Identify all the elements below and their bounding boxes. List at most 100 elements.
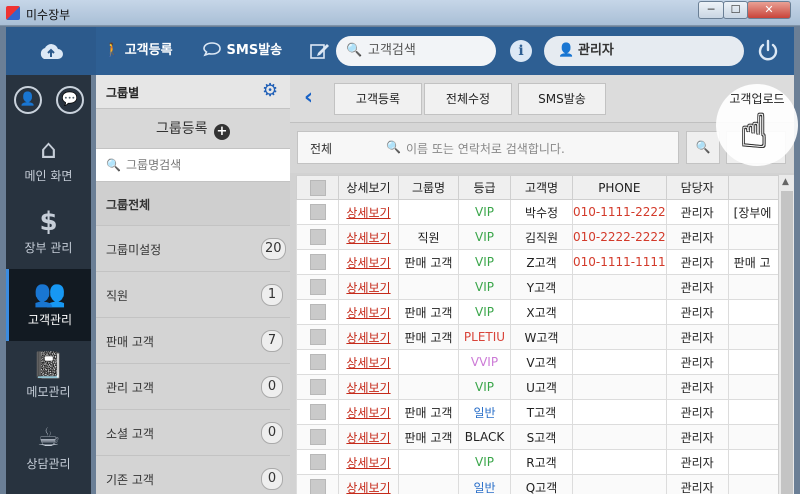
row-checkbox[interactable] <box>309 304 326 320</box>
detail-cell[interactable]: 상세보기 <box>338 299 399 325</box>
table-row[interactable]: 상세보기 판매 고객 BLACK S고객 관리자 <box>296 424 781 450</box>
row-select-cell[interactable] <box>296 324 339 350</box>
table-row[interactable]: 상세보기 VIP 박수정 010-1111-2222 관리자 [장부에 <box>296 199 781 225</box>
table-row[interactable]: 상세보기 판매 고객 VIP X고객 관리자 <box>296 299 781 325</box>
user-profile[interactable]: 👤 관리자 <box>544 36 744 66</box>
column-header[interactable]: 상세보기 <box>338 175 399 200</box>
detail-link[interactable]: 상세보기 <box>346 431 390 445</box>
row-checkbox[interactable] <box>309 454 326 470</box>
group-item[interactable]: 그룹미설정 20 <box>96 226 290 272</box>
power-icon[interactable] <box>756 39 780 63</box>
detail-cell[interactable]: 상세보기 <box>338 249 399 275</box>
row-select-cell[interactable] <box>296 199 339 225</box>
nav-ledger[interactable]: $ 장부 관리 <box>6 197 91 269</box>
table-row[interactable]: 상세보기 직원 VIP 김직원 010-2222-2222 관리자 <box>296 224 781 250</box>
group-item[interactable]: 판매 고객 7 <box>96 318 290 364</box>
row-select-cell[interactable] <box>296 474 339 494</box>
group-item-all[interactable]: 그룹전체 <box>96 182 290 226</box>
detail-cell[interactable]: 상세보기 <box>338 224 399 250</box>
group-item[interactable]: 직원 1 <box>96 272 290 318</box>
info-icon[interactable]: i <box>510 40 532 62</box>
scroll-up-icon[interactable]: ▲ <box>782 177 789 187</box>
column-header[interactable]: PHONE <box>572 175 667 200</box>
row-checkbox[interactable] <box>309 204 326 220</box>
message-icon[interactable]: 💬 <box>56 86 84 114</box>
row-checkbox[interactable] <box>309 229 326 245</box>
nav-consult[interactable]: ☕ 상담관리 <box>6 413 91 485</box>
table-row[interactable]: 상세보기 판매 고객 PLETIU W고객 관리자 <box>296 324 781 350</box>
group-item[interactable]: 기존 고객 0 <box>96 456 290 494</box>
nav-main[interactable]: ⌂ 메인 화면 <box>6 125 91 197</box>
edit-all-button[interactable]: 전체수정 <box>424 83 512 115</box>
row-select-cell[interactable] <box>296 399 339 425</box>
row-select-cell[interactable] <box>296 224 339 250</box>
scrollbar-thumb[interactable] <box>781 191 793 494</box>
gear-icon[interactable]: ⚙ <box>262 80 278 101</box>
row-select-cell[interactable] <box>296 299 339 325</box>
row-select-cell[interactable] <box>296 249 339 275</box>
search-button[interactable]: 🔍 <box>686 131 720 164</box>
select-all-checkbox[interactable] <box>309 179 326 196</box>
row-select-cell[interactable] <box>296 374 339 400</box>
table-row[interactable]: 상세보기 VIP R고객 관리자 <box>296 449 781 475</box>
row-checkbox[interactable] <box>309 329 326 345</box>
row-checkbox[interactable] <box>309 379 326 395</box>
detail-link[interactable]: 상세보기 <box>346 456 390 470</box>
column-header[interactable]: 등급 <box>458 175 511 200</box>
detail-link[interactable]: 상세보기 <box>346 256 390 270</box>
row-select-cell[interactable] <box>296 424 339 450</box>
detail-cell[interactable]: 상세보기 <box>338 274 399 300</box>
detail-cell[interactable]: 상세보기 <box>338 199 399 225</box>
nav-customers[interactable]: 👥 고객관리 <box>6 269 91 341</box>
detail-cell[interactable]: 상세보기 <box>338 349 399 375</box>
search-scope[interactable]: 전체 <box>310 140 332 157</box>
detail-link[interactable]: 상세보기 <box>346 281 390 295</box>
table-row[interactable]: 상세보기 VIP Y고객 관리자 <box>296 274 781 300</box>
topbar-customer-register[interactable]: 🚶 고객등록 <box>104 41 173 61</box>
detail-cell[interactable]: 상세보기 <box>338 324 399 350</box>
detail-link[interactable]: 상세보기 <box>346 481 390 494</box>
topbar-sms-send[interactable]: SMS발송 <box>202 41 282 61</box>
column-header[interactable]: 고객명 <box>510 175 573 200</box>
group-item[interactable]: 관리 고객 0 <box>96 364 290 410</box>
column-header[interactable] <box>727 175 781 200</box>
customer-search-box[interactable]: 전체 🔍 이름 또는 연락처로 검색합니다. <box>297 131 679 164</box>
column-header[interactable]: 그룹명 <box>398 175 459 200</box>
maximize-button[interactable]: ☐ <box>723 1 748 19</box>
row-select-cell[interactable] <box>296 449 339 475</box>
group-item[interactable]: 소셜 고객 0 <box>96 410 290 456</box>
cloud-upload-button[interactable] <box>6 27 96 75</box>
group-search-input[interactable]: 🔍 그룹명검색 <box>96 149 290 182</box>
customer-search-input[interactable]: 🔍 고객검색 <box>336 36 496 66</box>
detail-link[interactable]: 상세보기 <box>346 356 390 370</box>
detail-link[interactable]: 상세보기 <box>346 306 390 320</box>
row-select-cell[interactable] <box>296 274 339 300</box>
edit-icon[interactable] <box>310 42 330 60</box>
row-checkbox[interactable] <box>309 429 326 445</box>
row-checkbox[interactable] <box>309 404 326 420</box>
row-checkbox[interactable] <box>309 354 326 370</box>
group-register-button[interactable]: 그룹등록 + <box>96 109 290 149</box>
customer-register-button[interactable]: 고객등록 <box>334 83 422 115</box>
row-select-cell[interactable] <box>296 349 339 375</box>
row-checkbox[interactable] <box>309 479 326 494</box>
nav-memo[interactable]: 📓 메모관리 <box>6 341 91 413</box>
detail-link[interactable]: 상세보기 <box>346 231 390 245</box>
table-row[interactable]: 상세보기 판매 고객 일반 T고객 관리자 <box>296 399 781 425</box>
detail-cell[interactable]: 상세보기 <box>338 449 399 475</box>
select-all-header[interactable] <box>296 175 339 200</box>
detail-link[interactable]: 상세보기 <box>346 206 390 220</box>
detail-link[interactable]: 상세보기 <box>346 331 390 345</box>
row-checkbox[interactable] <box>309 279 326 295</box>
table-row[interactable]: 상세보기 일반 Q고객 관리자 <box>296 474 781 494</box>
detail-link[interactable]: 상세보기 <box>346 406 390 420</box>
sms-send-button[interactable]: SMS발송 <box>518 83 606 115</box>
row-checkbox[interactable] <box>309 254 326 270</box>
detail-cell[interactable]: 상세보기 <box>338 374 399 400</box>
detail-cell[interactable]: 상세보기 <box>338 424 399 450</box>
detail-cell[interactable]: 상세보기 <box>338 399 399 425</box>
minimize-button[interactable]: ─ <box>698 1 724 19</box>
close-button[interactable]: ✕ <box>747 1 791 19</box>
column-header[interactable]: 담당자 <box>665 175 729 200</box>
chevron-left-icon[interactable]: ‹ <box>304 85 313 110</box>
